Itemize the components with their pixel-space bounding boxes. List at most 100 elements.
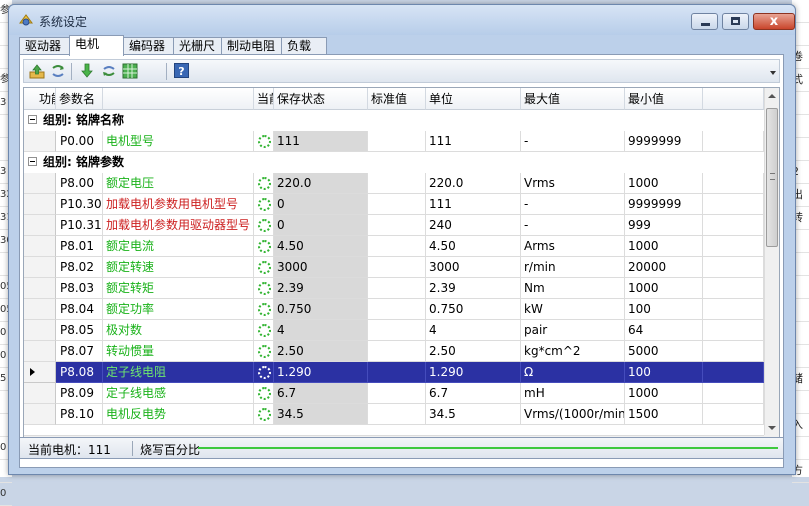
status-indicator[interactable]	[254, 383, 274, 404]
unit[interactable]: Vrms	[521, 173, 625, 194]
column-header[interactable]: 标准值	[368, 88, 426, 110]
standard-value[interactable]: 4	[426, 320, 521, 341]
column-header[interactable]: 保存状态	[274, 88, 368, 110]
row-indicator[interactable]	[24, 257, 56, 278]
parameter-name[interactable]: 额定转矩	[103, 278, 254, 299]
tab-1[interactable]: 电机	[69, 35, 124, 56]
table-row[interactable]: P8.08定子线电阻1.2901.290Ω1000.001	[24, 362, 764, 383]
save-status[interactable]	[368, 383, 426, 404]
save-status[interactable]	[368, 299, 426, 320]
parameter-name[interactable]: 额定电流	[103, 236, 254, 257]
tab-0[interactable]: 驱动器	[19, 37, 70, 55]
title-bar[interactable]: 系统设定 x	[9, 5, 795, 35]
max-value[interactable]: 100	[625, 299, 703, 320]
row-indicator[interactable]	[24, 299, 56, 320]
tab-2[interactable]: 编码器	[123, 37, 174, 55]
table-row[interactable]: P8.04额定功率0.7500.750kW1000.001	[24, 299, 764, 320]
max-value[interactable]: 64	[625, 320, 703, 341]
save-status[interactable]	[368, 320, 426, 341]
status-indicator[interactable]	[254, 236, 274, 257]
max-value[interactable]: 1000	[625, 173, 703, 194]
table-row[interactable]: P8.00额定电压220.0220.0Vrms10000.1	[24, 173, 764, 194]
parameter-code[interactable]: P8.03	[56, 278, 103, 299]
save-status[interactable]	[368, 236, 426, 257]
standard-value[interactable]: 111	[426, 194, 521, 215]
table-row[interactable]: P8.02额定转速30003000r/min200001	[24, 257, 764, 278]
status-indicator[interactable]	[254, 194, 274, 215]
current-value[interactable]: 0	[274, 194, 368, 215]
unit[interactable]: -	[521, 194, 625, 215]
parameter-name[interactable]: 电机型号	[103, 131, 254, 152]
unit[interactable]: pair	[521, 320, 625, 341]
column-header[interactable]: 最小值	[625, 88, 703, 110]
standard-value[interactable]: 34.5	[426, 404, 521, 425]
collapse-icon[interactable]	[28, 115, 37, 124]
column-header[interactable]: 当前值	[254, 88, 274, 110]
column-header[interactable]: 单位	[426, 88, 521, 110]
vertical-scroll-thumb[interactable]	[766, 108, 778, 247]
parameter-code[interactable]: P8.07	[56, 341, 103, 362]
save-status[interactable]	[368, 215, 426, 236]
row-indicator[interactable]	[24, 383, 56, 404]
status-indicator[interactable]	[254, 278, 274, 299]
max-value[interactable]: 1000	[625, 383, 703, 404]
collapse-icon[interactable]	[28, 157, 37, 166]
column-header[interactable]: 最大值	[521, 88, 625, 110]
current-value[interactable]: 3000	[274, 257, 368, 278]
row-indicator[interactable]	[24, 236, 56, 257]
status-indicator[interactable]	[254, 131, 274, 152]
parameter-name[interactable]: 定子线电阻	[103, 362, 254, 383]
table-row[interactable]: P10.30加载电机参数用电机型号0111-99999990	[24, 194, 764, 215]
status-indicator[interactable]	[254, 215, 274, 236]
standard-value[interactable]: 111	[426, 131, 521, 152]
row-indicator[interactable]	[24, 362, 56, 383]
save-status[interactable]	[368, 257, 426, 278]
row-indicator[interactable]	[24, 341, 56, 362]
table-row[interactable]: P10.31加载电机参数用驱动器型号0240-9990	[24, 215, 764, 236]
row-indicator[interactable]	[24, 404, 56, 425]
row-indicator[interactable]	[24, 131, 56, 152]
status-indicator[interactable]	[254, 341, 274, 362]
max-value[interactable]: 1000	[625, 236, 703, 257]
standard-value[interactable]: 6.7	[426, 383, 521, 404]
unit[interactable]: Nm	[521, 278, 625, 299]
parameter-name[interactable]: 额定转速	[103, 257, 254, 278]
standard-value[interactable]: 3000	[426, 257, 521, 278]
standard-value[interactable]: 2.50	[426, 341, 521, 362]
current-value[interactable]: 2.39	[274, 278, 368, 299]
transfer-icon[interactable]	[50, 63, 66, 79]
status-indicator[interactable]	[254, 404, 274, 425]
row-indicator[interactable]	[24, 173, 56, 194]
status-indicator[interactable]	[254, 362, 274, 383]
parameter-name[interactable]: 定子线电感	[103, 383, 254, 404]
help-icon[interactable]: ?	[174, 63, 189, 78]
parameter-code[interactable]: P8.04	[56, 299, 103, 320]
standard-value[interactable]: 220.0	[426, 173, 521, 194]
parameter-code[interactable]: P8.05	[56, 320, 103, 341]
max-value[interactable]: 9999999	[625, 131, 703, 152]
save-status[interactable]	[368, 173, 426, 194]
parameter-code[interactable]: P8.02	[56, 257, 103, 278]
parameter-name[interactable]: 额定电压	[103, 173, 254, 194]
save-status[interactable]	[368, 278, 426, 299]
group-header[interactable]: 组别: 铭牌参数	[24, 152, 764, 173]
parameter-name[interactable]: 电机反电势	[103, 404, 254, 425]
toolbar-overflow-icon[interactable]	[770, 71, 776, 75]
tab-5[interactable]: 负载	[281, 37, 327, 55]
save-status[interactable]	[368, 194, 426, 215]
standard-value[interactable]: 240	[426, 215, 521, 236]
unit[interactable]: kW	[521, 299, 625, 320]
current-value[interactable]: 1.290	[274, 362, 368, 383]
table-row[interactable]: P8.03额定转矩2.392.39Nm10000.01	[24, 278, 764, 299]
tab-3[interactable]: 光栅尺	[173, 37, 222, 55]
unit[interactable]: r/min	[521, 257, 625, 278]
table-row[interactable]: P0.00电机型号111111-99999990	[24, 131, 764, 152]
table-row[interactable]: P8.01额定电流4.504.50Arms10000.01	[24, 236, 764, 257]
unit[interactable]: Arms	[521, 236, 625, 257]
current-value[interactable]: 4	[274, 320, 368, 341]
unit[interactable]: kg*cm^2	[521, 341, 625, 362]
status-indicator[interactable]	[254, 299, 274, 320]
current-value[interactable]: 111	[274, 131, 368, 152]
unit[interactable]: Vrms/(1000r/min)	[521, 404, 625, 425]
max-value[interactable]: 9999999	[625, 194, 703, 215]
